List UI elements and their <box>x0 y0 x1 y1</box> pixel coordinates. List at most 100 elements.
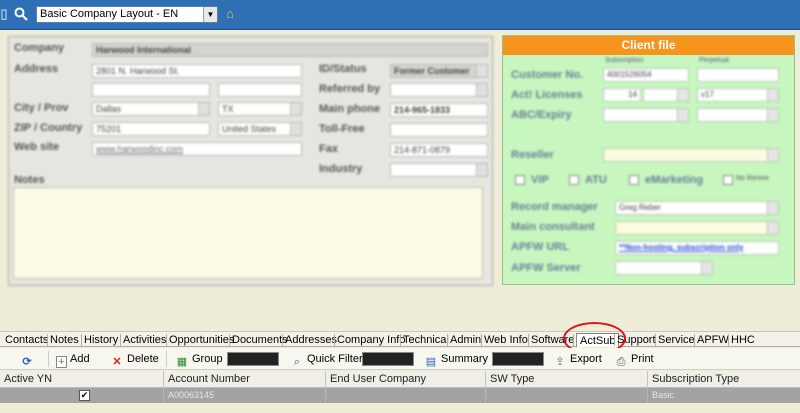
grid-header: Active YN Account Number End User Compan… <box>0 371 800 388</box>
act-licenses-type-field[interactable] <box>643 88 689 102</box>
website-field[interactable]: www.harwoodinc.com <box>92 142 302 156</box>
chevron-down-icon[interactable] <box>677 109 688 121</box>
active-cell[interactable]: ✔ <box>0 388 164 403</box>
vip-checkbox[interactable] <box>515 175 525 185</box>
add-button[interactable]: + Add <box>56 351 90 368</box>
atu-checkbox[interactable] <box>569 175 579 185</box>
active-checkbox[interactable]: ✔ <box>79 390 90 401</box>
zip-country-label: ZIP / Country <box>14 122 83 134</box>
column-header-active[interactable]: Active YN <box>0 371 164 388</box>
group-button[interactable]: ▦ Group <box>175 351 223 368</box>
reseller-field[interactable] <box>603 148 779 162</box>
chevron-down-icon[interactable] <box>767 109 778 121</box>
chevron-down-icon[interactable] <box>476 164 487 176</box>
company-field[interactable]: Harwood International <box>92 43 488 57</box>
chevron-down-icon[interactable] <box>476 84 487 96</box>
abc-expiry-perpetual-field[interactable] <box>697 108 779 122</box>
apfw-server-field[interactable] <box>615 261 713 275</box>
tab-web-info[interactable]: Web Info <box>484 333 528 347</box>
chevron-down-icon[interactable] <box>701 262 712 274</box>
tab-separator <box>694 334 695 346</box>
chevron-down-icon[interactable] <box>677 89 688 101</box>
chevron-down-icon[interactable]: ▼ <box>203 7 217 22</box>
zip-field[interactable]: 75201 <box>92 122 210 136</box>
column-header-sw-type[interactable]: SW Type <box>486 371 648 388</box>
chevron-down-icon[interactable] <box>767 89 778 101</box>
tab-history[interactable]: History <box>84 333 118 347</box>
chevron-down-icon[interactable] <box>476 65 487 77</box>
client-file-body: Subscription Perpetual Customer No. 4001… <box>503 55 794 284</box>
prov-field[interactable]: TX <box>218 102 302 116</box>
emarketing-label: eMarketing <box>645 174 704 186</box>
tab-apfw[interactable]: APFW <box>697 333 729 347</box>
quick-filter-button[interactable]: ⌕ Quick Filter <box>290 351 363 368</box>
quick-filter-label: Quick Filter <box>307 353 363 365</box>
chevron-down-icon[interactable] <box>767 149 778 161</box>
tab-company-info[interactable]: Company Info <box>337 333 405 347</box>
act-licenses-field[interactable]: 14 <box>603 88 641 102</box>
chevron-down-icon[interactable] <box>290 103 301 115</box>
delete-button[interactable]: ✕ Delete <box>110 351 158 368</box>
city-field[interactable]: Dallas <box>92 102 210 116</box>
column-header-account-number[interactable]: Account Number <box>164 371 326 388</box>
tab-contacts[interactable]: Contacts <box>5 333 48 347</box>
address-line3-field[interactable] <box>218 83 302 97</box>
client-file-panel: Client file Subscription Perpetual Custo… <box>502 35 795 285</box>
address-line2-field[interactable] <box>92 83 210 97</box>
tab-activities[interactable]: Activities <box>123 333 166 347</box>
layout-select[interactable]: Basic Company Layout - EN ▼ <box>36 6 218 23</box>
search-icon[interactable] <box>14 7 28 21</box>
table-row[interactable]: ✔ A00063145 Basic <box>0 388 800 403</box>
print-button[interactable]: ⎙ Print <box>614 351 654 368</box>
prov-value: TX <box>222 104 234 114</box>
subscription-type-cell: Basic <box>652 390 675 400</box>
apfw-url-field[interactable]: **Non-hosting, subscription only <box>615 241 779 255</box>
export-button[interactable]: ⇪ Export <box>553 351 601 368</box>
layout-select-value: Basic Company Layout - EN <box>40 8 179 20</box>
refresh-button[interactable]: ⟳ <box>20 351 37 368</box>
tab-technical[interactable]: Technical <box>403 333 449 347</box>
grid-toolbar: ⟳ + Add ✕ Delete ▦ Group ⌕ Quick Filter ▤ Sum… <box>0 348 800 370</box>
tab-addresses[interactable]: Addresses <box>285 333 337 347</box>
tab-separator <box>655 334 656 346</box>
toll-free-field[interactable] <box>390 123 488 137</box>
no-renew-checkbox[interactable] <box>723 175 733 185</box>
record-manager-field[interactable]: Greg Reber <box>615 201 779 215</box>
chevron-down-icon[interactable] <box>290 123 301 135</box>
industry-field[interactable] <box>390 163 488 177</box>
main-phone-field[interactable]: 214-965-1833 <box>390 103 488 117</box>
chevron-down-icon[interactable] <box>767 222 778 234</box>
id-status-field[interactable]: Former Customer <box>390 64 488 78</box>
abc-expiry-label: ABC/Expiry <box>511 109 572 121</box>
summary-button[interactable]: ▤ Summary <box>424 351 488 368</box>
chevron-down-icon[interactable] <box>198 103 209 115</box>
emarketing-checkbox[interactable] <box>629 175 639 185</box>
column-header-subscription-type[interactable]: Subscription Type <box>648 371 800 388</box>
atu-label: ATU <box>585 174 607 186</box>
tab-documents[interactable]: Documents <box>232 333 288 347</box>
filter-icon[interactable]: ▯ <box>0 7 8 21</box>
country-field[interactable]: United States <box>218 122 302 136</box>
tab-service[interactable]: Service <box>658 333 695 347</box>
tab-notes[interactable]: Notes <box>50 333 79 347</box>
customer-no-field[interactable]: 4001526054 <box>603 68 689 82</box>
city-value: Dallas <box>96 104 122 114</box>
tab-hhc[interactable]: HHC <box>731 333 755 347</box>
quick-filter-field[interactable] <box>362 352 414 366</box>
fax-field[interactable]: 214-871-0879 <box>390 143 488 157</box>
abc-expiry-field[interactable] <box>603 108 689 122</box>
group-field[interactable] <box>227 352 279 366</box>
tab-admin[interactable]: Admin <box>450 333 481 347</box>
chevron-down-icon[interactable] <box>767 202 778 214</box>
customer-no-perpetual-field[interactable] <box>697 68 779 82</box>
referred-by-field[interactable] <box>390 83 488 97</box>
main-consultant-field[interactable] <box>615 221 779 235</box>
summary-field[interactable] <box>492 352 544 366</box>
act-version-field[interactable]: v17 <box>697 88 779 102</box>
home-icon[interactable]: ⌂ <box>226 7 240 21</box>
address-field[interactable]: 2801 N. Harwood St. <box>92 64 302 78</box>
notes-textarea[interactable] <box>13 187 483 279</box>
tab-opportunities[interactable]: Opportunities <box>169 333 234 347</box>
column-header-end-user-company[interactable]: End User Company <box>326 371 486 388</box>
refresh-icon: ⟳ <box>22 356 32 368</box>
